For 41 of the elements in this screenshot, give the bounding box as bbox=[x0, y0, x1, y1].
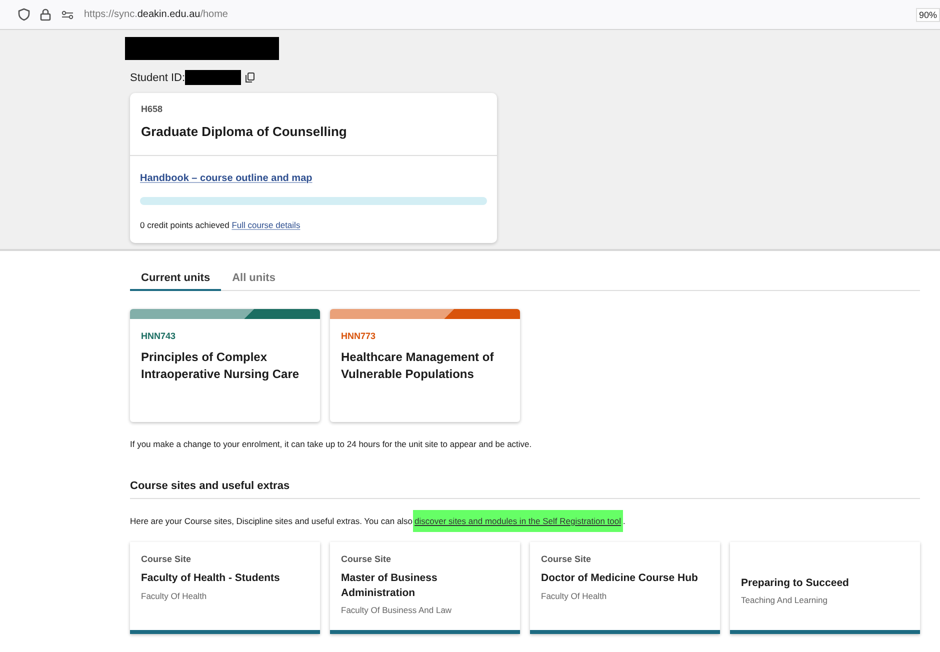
site-title: Master of Business Administration bbox=[341, 571, 438, 600]
site-title: Preparing to Succeed bbox=[741, 576, 850, 590]
handbook-link[interactable]: Handbook – course outline and map bbox=[140, 173, 312, 184]
copy-icon[interactable] bbox=[245, 72, 256, 83]
site-faculty: Faculty Of Business And Law bbox=[341, 605, 453, 616]
site-faculty: Faculty Of Health bbox=[541, 590, 608, 601]
site-card[interactable]: Course Site Faculty of Health - Students Faculty Of Health bbox=[130, 542, 320, 634]
course-code: H658 bbox=[141, 104, 164, 114]
site-card[interactable]: Course Site Master of Business Administration Faculty Of Business And Law bbox=[330, 542, 520, 634]
student-id-label: Student ID: bbox=[130, 72, 186, 84]
unit-tab[interactable]: All units bbox=[221, 268, 286, 291]
unit-card[interactable]: HNN773 Healthcare Management of Vulnerable Populations bbox=[330, 309, 520, 422]
unit-code: HNN773 bbox=[341, 331, 377, 341]
zoom-level[interactable]: 90% bbox=[916, 8, 940, 22]
site-title: Doctor of Medicine Course Hub bbox=[541, 571, 699, 586]
period-text: . bbox=[623, 516, 626, 526]
site-type: Course Site bbox=[141, 554, 192, 564]
unit-tab[interactable]: Current units bbox=[130, 268, 222, 291]
sliders-icon[interactable] bbox=[61, 10, 74, 20]
unit-code: HNN743 bbox=[141, 331, 177, 341]
lock-icon bbox=[40, 8, 51, 21]
course-details-link[interactable]: Full course details bbox=[232, 220, 300, 230]
self-registration-link[interactable]: discover sites and modules in the Self Registration tool bbox=[412, 510, 624, 532]
course-title: Graduate Diploma of Counselling bbox=[141, 123, 348, 141]
intro-text: Here are your Course sites, Discipline sites and useful extras. You can also bbox=[130, 516, 413, 526]
address-bar-url[interactable]: https://sync.deakin.edu.au/home bbox=[84, 9, 906, 20]
unit-card[interactable]: HNN743 Principles of Complex Intraoperative Nursing Care bbox=[130, 309, 320, 422]
unit-title: Principles of Complex Intraoperative Nursing Care bbox=[141, 349, 300, 383]
site-faculty: Faculty Of Health bbox=[141, 590, 208, 601]
shield-icon bbox=[18, 8, 30, 21]
unit-title: Healthcare Management of Vulnerable Populations bbox=[341, 349, 495, 383]
site-type: Course Site bbox=[341, 554, 392, 564]
site-title: Faculty of Health - Students bbox=[141, 571, 281, 586]
credit-points-text: 0 credit points achieved bbox=[140, 220, 230, 230]
enrolment-note: If you make a change to your enrolment, it can take up to 24 hours for the unit site to appear and be active. bbox=[130, 439, 533, 449]
site-card[interactable]: Preparing to Succeed Teaching And Learning bbox=[730, 542, 920, 634]
site-card[interactable]: Course Site Doctor of Medicine Course Hub Faculty Of Health bbox=[530, 542, 720, 634]
site-faculty: Teaching And Learning bbox=[741, 595, 828, 606]
section-heading: Course sites and useful extras bbox=[130, 480, 920, 499]
redaction-bar bbox=[185, 70, 242, 85]
site-type: Course Site bbox=[541, 554, 592, 564]
